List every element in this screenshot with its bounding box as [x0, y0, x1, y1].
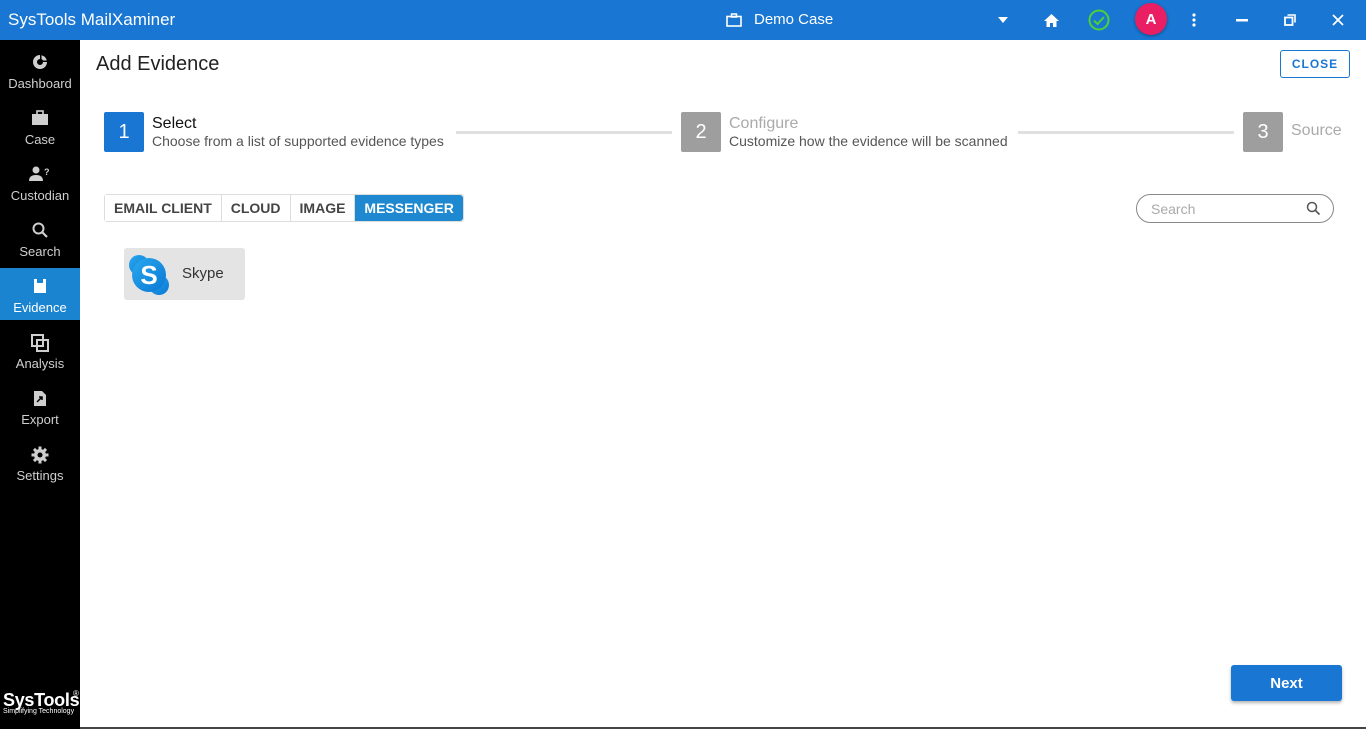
custodian-icon: ? [0, 166, 80, 186]
sidebar-item-label: Custodian [10, 188, 70, 203]
step-connector [1018, 131, 1234, 134]
case-icon [0, 110, 80, 130]
step-2-number: 2 [681, 112, 721, 152]
step-2-title: Configure [729, 115, 799, 132]
step-3-title: Source [1291, 122, 1342, 139]
step-1-title: Select [152, 115, 197, 132]
sidebar: Dashboard Case ? Custodian Search Eviden… [0, 40, 80, 729]
status-check-icon[interactable] [1083, 0, 1115, 40]
evidence-type-label: Skype [182, 265, 224, 282]
dropdown-arrow-icon[interactable] [987, 0, 1019, 40]
search-icon [0, 222, 80, 242]
step-3-number: 3 [1243, 112, 1283, 152]
evidence-category-tabs: EMAIL CLIENT CLOUD IMAGE MESSENGER [104, 194, 464, 222]
next-button[interactable]: Next [1231, 665, 1342, 701]
step-1-description: Choose from a list of supported evidence… [152, 133, 444, 149]
analysis-icon [0, 334, 80, 354]
sidebar-item-search[interactable]: Search [0, 212, 80, 264]
svg-text:?: ? [44, 167, 50, 177]
skype-icon: S [128, 254, 170, 301]
sidebar-item-case[interactable]: Case [0, 100, 80, 152]
tab-image[interactable]: IMAGE [290, 195, 356, 221]
evidence-icon [0, 278, 80, 298]
tab-email-client[interactable]: EMAIL CLIENT [105, 195, 222, 221]
sidebar-item-label: Case [24, 132, 56, 147]
step-2-description: Customize how the evidence will be scann… [729, 133, 1008, 149]
home-icon[interactable] [1035, 0, 1067, 40]
logo-tagline: Simplifying Technology [3, 708, 75, 715]
restore-icon[interactable] [1274, 0, 1306, 40]
app-title: SysTools MailXaminer [8, 10, 176, 29]
logo-registered: ® [73, 689, 79, 698]
sidebar-item-label: Dashboard [8, 76, 72, 91]
close-icon[interactable] [1322, 0, 1354, 40]
systools-logo: SysTools Simplifying Technology ® [3, 689, 80, 715]
minimize-icon[interactable] [1226, 0, 1258, 40]
more-vert-icon[interactable] [1178, 0, 1210, 40]
tab-cloud[interactable]: CLOUD [221, 195, 291, 221]
sidebar-item-label: Evidence [13, 300, 67, 315]
export-icon [0, 390, 80, 410]
svg-text:S: S [140, 260, 157, 290]
search-box [1136, 194, 1334, 223]
tab-messenger[interactable]: MESSENGER [355, 195, 463, 221]
step-1-number: 1 [104, 112, 144, 152]
avatar[interactable]: A [1135, 3, 1167, 35]
title-bar: SysTools MailXaminer Demo Case A [0, 0, 1366, 40]
sidebar-item-export[interactable]: Export [0, 380, 80, 432]
page-title: Add Evidence [96, 53, 220, 75]
sidebar-item-label: Search [19, 244, 61, 259]
sidebar-item-evidence[interactable]: Evidence [0, 268, 80, 320]
sidebar-item-analysis[interactable]: Analysis [0, 324, 80, 376]
sidebar-item-label: Export [21, 412, 59, 427]
case-name: Demo Case [754, 11, 834, 28]
search-icon[interactable] [1306, 201, 1321, 221]
sidebar-item-label: Analysis [15, 356, 65, 371]
search-input[interactable] [1151, 200, 1301, 218]
briefcase-icon [726, 12, 742, 27]
sidebar-item-custodian[interactable]: ? Custodian [0, 156, 80, 208]
sidebar-item-label: Settings [16, 468, 64, 483]
sidebar-item-dashboard[interactable]: Dashboard [0, 44, 80, 96]
settings-icon [0, 446, 80, 466]
evidence-type-skype[interactable]: S Skype [124, 248, 245, 300]
case-selector[interactable]: Demo Case [726, 11, 833, 28]
sidebar-item-settings[interactable]: Settings [0, 436, 80, 488]
close-button[interactable]: CLOSE [1280, 50, 1350, 78]
dashboard-icon [0, 54, 80, 74]
step-connector [456, 131, 672, 134]
